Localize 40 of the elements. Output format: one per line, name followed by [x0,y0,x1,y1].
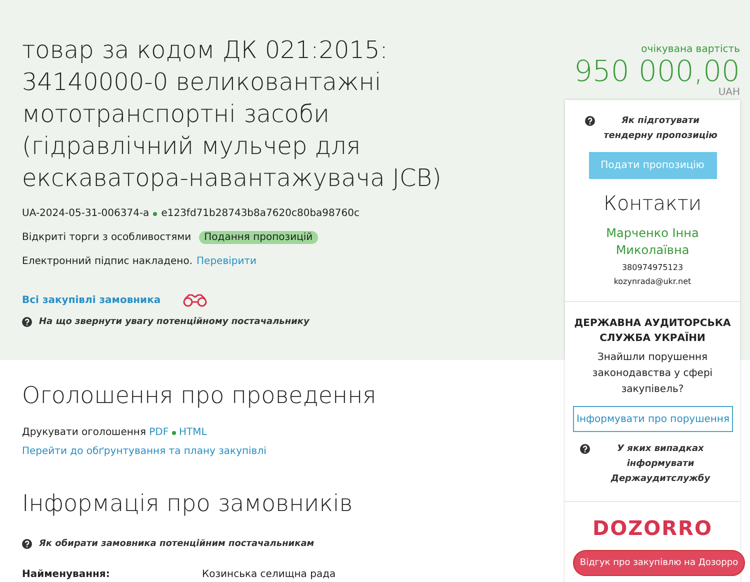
supplier-hint[interactable]: На що звернути увагу потенційному постачальнику [39,317,310,327]
audit-hint[interactable]: У яких випадках інформувати Держаудитслужбу [596,442,726,487]
contacts-title: Контакти [602,191,703,215]
customer-hint[interactable]: Як обирати замовника потенційним постачальникам [39,539,314,549]
status-badge: Подання пропозицій [199,231,318,244]
procedure-type: Відкриті торги з особливостями [22,232,192,243]
help-icon [22,539,32,549]
customer-purchases-link[interactable]: Всі закупівлі замовника [22,294,161,306]
submit-button[interactable]: Подати пропозицію [588,152,716,179]
help-icon [580,444,590,454]
contact-email: kozynrada@ukr.net [612,276,692,287]
feedback-button[interactable]: Відгук про закупівлю на Дозорро [573,550,745,576]
contact-phone: 380974975123 [620,262,684,273]
print-link[interactable]: HTML [179,427,207,438]
separator-dot [153,212,158,216]
audit-title: ДЕРЖАВНА АУДИТОРСЬКА СЛУЖБА УКРАЇНИ [573,317,732,346]
tender-hash: e123fd71b28743b8a7620c80ba98760c [161,208,360,219]
print-label: Друкувати оголошення [22,427,146,438]
field-label: Найменування: [22,569,111,580]
section-heading: Інформація про замовників [22,490,354,519]
plan-link[interactable]: Перейти до обґрунтування та плану закупівлі [22,446,545,457]
report-button[interactable]: Інформувати про порушення [573,406,733,432]
verify-link[interactable]: Перевірити [196,256,257,267]
section-heading: Оголошення про проведення [22,382,378,411]
print-link[interactable]: PDF [149,427,169,438]
dozorro-logo: DOZORRO [592,516,714,540]
currency-label: UAH [717,87,740,98]
signature-text: Електронний підпис накладено. [22,256,193,267]
separator-dot [172,431,176,435]
binoculars-icon [180,293,209,307]
contact-name: Марченко Інна Миколаївна [605,225,700,259]
value-label: очікувана вартість [640,44,740,55]
field-value: Козинська селищна рада [202,569,337,580]
help-icon [584,116,594,126]
help-icon [22,317,32,327]
tender-id: UA-2024-05-31-006374-a [22,208,150,219]
tender-hint[interactable]: Як підготувати тендерну пропозицію [600,114,720,144]
audit-question: Знайшли порушення законодавства у сфері закупівель? [591,351,714,397]
tender-title: товар за кодом ДК 021:2015: 34140000-0 великовантажні мототранспортні засоби (гідравлічний мульчер для екскаватора-навантажувача JCB) [22,35,442,194]
value-amount: 950 000,00 [572,55,740,87]
